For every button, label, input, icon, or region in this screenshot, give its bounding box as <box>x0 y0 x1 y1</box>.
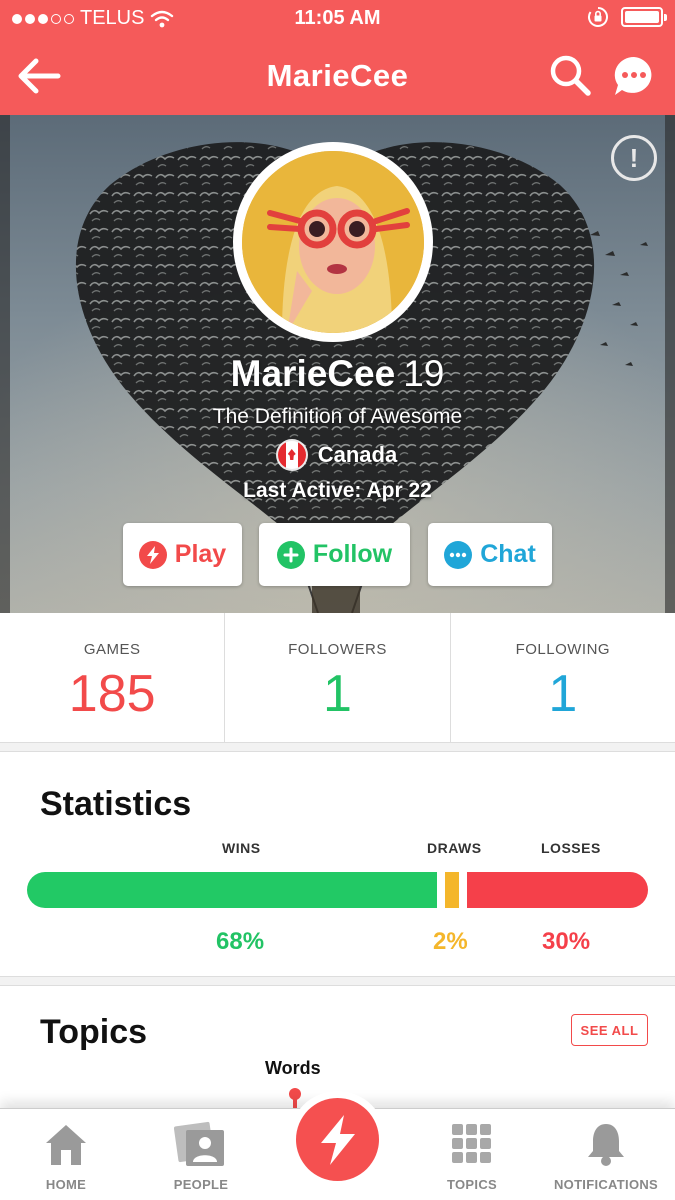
battery-icon <box>621 7 667 27</box>
report-icon: ! <box>629 142 639 173</box>
chat-label: Chat <box>480 540 536 568</box>
games-value: 185 <box>68 665 156 723</box>
country-name: Canada <box>317 442 398 467</box>
username: MarieCee <box>230 353 396 394</box>
clock: 11:05 AM <box>294 7 381 29</box>
profile-country: Canada <box>0 441 675 469</box>
status-bar: TELUS 11:05 AM <box>0 0 675 38</box>
chat-button[interactable]: Chat <box>428 523 552 586</box>
play-label: Play <box>174 540 227 568</box>
canada-flag-icon <box>277 441 306 469</box>
followers-label: FOLLOWERS <box>288 641 387 658</box>
tab-topics[interactable]: TOPICS <box>412 1119 532 1192</box>
followers-count[interactable]: FOLLOWERS 1 <box>225 613 451 742</box>
people-icon <box>174 1121 224 1166</box>
see-all-button[interactable]: SEE ALL <box>571 1014 648 1046</box>
rotation-lock-icon <box>588 7 608 27</box>
draws-bar <box>445 872 459 908</box>
play-fab-button[interactable] <box>289 1091 386 1188</box>
profile-name: MarieCee 19 <box>0 353 675 395</box>
search-icon <box>550 55 591 96</box>
tab-people[interactable]: PEOPLE <box>141 1119 261 1192</box>
report-button[interactable]: ! <box>611 135 657 181</box>
tab-notifications-label: NOTIFICATIONS <box>553 1177 659 1192</box>
draws-label: DRAWS <box>427 840 482 856</box>
losses-bar <box>467 872 648 908</box>
user-age: 19 <box>403 353 445 394</box>
grid-icon <box>452 1124 491 1163</box>
following-value: 1 <box>548 665 578 723</box>
plus-icon <box>276 540 305 569</box>
lightning-icon <box>320 1114 355 1165</box>
following-count[interactable]: FOLLOWING 1 <box>451 613 675 742</box>
tab-home[interactable]: HOME <box>6 1119 126 1192</box>
tab-people-label: PEOPLE <box>173 1177 229 1192</box>
home-icon <box>46 1125 86 1165</box>
profile-tagline: The Definition of Awesome <box>212 405 463 428</box>
statistics-title: Statistics <box>40 785 192 823</box>
messages-button[interactable] <box>612 54 656 98</box>
wins-label: WINS <box>222 840 261 856</box>
status-icons <box>587 6 667 28</box>
profile-counts: GAMES 185 FOLLOWERS 1 FOLLOWING 1 <box>0 613 675 743</box>
app-header: TELUS 11:05 AM MarieCee <box>0 0 675 115</box>
last-active: Last Active: Apr 22 <box>243 479 432 502</box>
follow-label: Follow <box>312 540 393 568</box>
topic-item-words[interactable]: Words <box>265 1058 321 1079</box>
losses-label: LOSSES <box>541 840 601 856</box>
chat-bubble-icon <box>614 56 652 95</box>
navigation-bar: MarieCee <box>0 38 675 115</box>
games-count[interactable]: GAMES 185 <box>0 613 226 742</box>
lightning-icon <box>138 540 167 569</box>
tab-home-label: HOME <box>45 1177 87 1192</box>
losses-percent: 30% <box>542 928 591 955</box>
wins-percent: 68% <box>216 928 265 955</box>
chat-dots-icon <box>444 540 473 569</box>
profile-screen: TELUS 11:05 AM MarieCee ! MarieCee 19 Th… <box>0 0 675 1200</box>
wins-bar <box>27 872 437 908</box>
play-button[interactable]: Play <box>123 523 242 586</box>
avatar-photo <box>242 151 424 333</box>
tab-notifications[interactable]: NOTIFICATIONS <box>546 1119 666 1192</box>
avatar <box>233 142 433 342</box>
followers-value: 1 <box>323 665 352 723</box>
draws-percent: 2% <box>433 928 468 955</box>
topics-title: Topics <box>40 1013 148 1051</box>
tab-topics-label: TOPICS <box>447 1177 497 1192</box>
bell-icon <box>588 1124 624 1166</box>
statistics-section: Statistics WINS DRAWS LOSSES 68% 2% 30% <box>0 751 675 977</box>
following-label: FOLLOWING <box>515 641 611 658</box>
profile-cover: ! MarieCee 19 The Definition of Awesome … <box>0 115 675 613</box>
games-label: GAMES <box>83 641 141 658</box>
follow-button[interactable]: Follow <box>259 523 410 586</box>
search-button[interactable] <box>548 53 592 97</box>
